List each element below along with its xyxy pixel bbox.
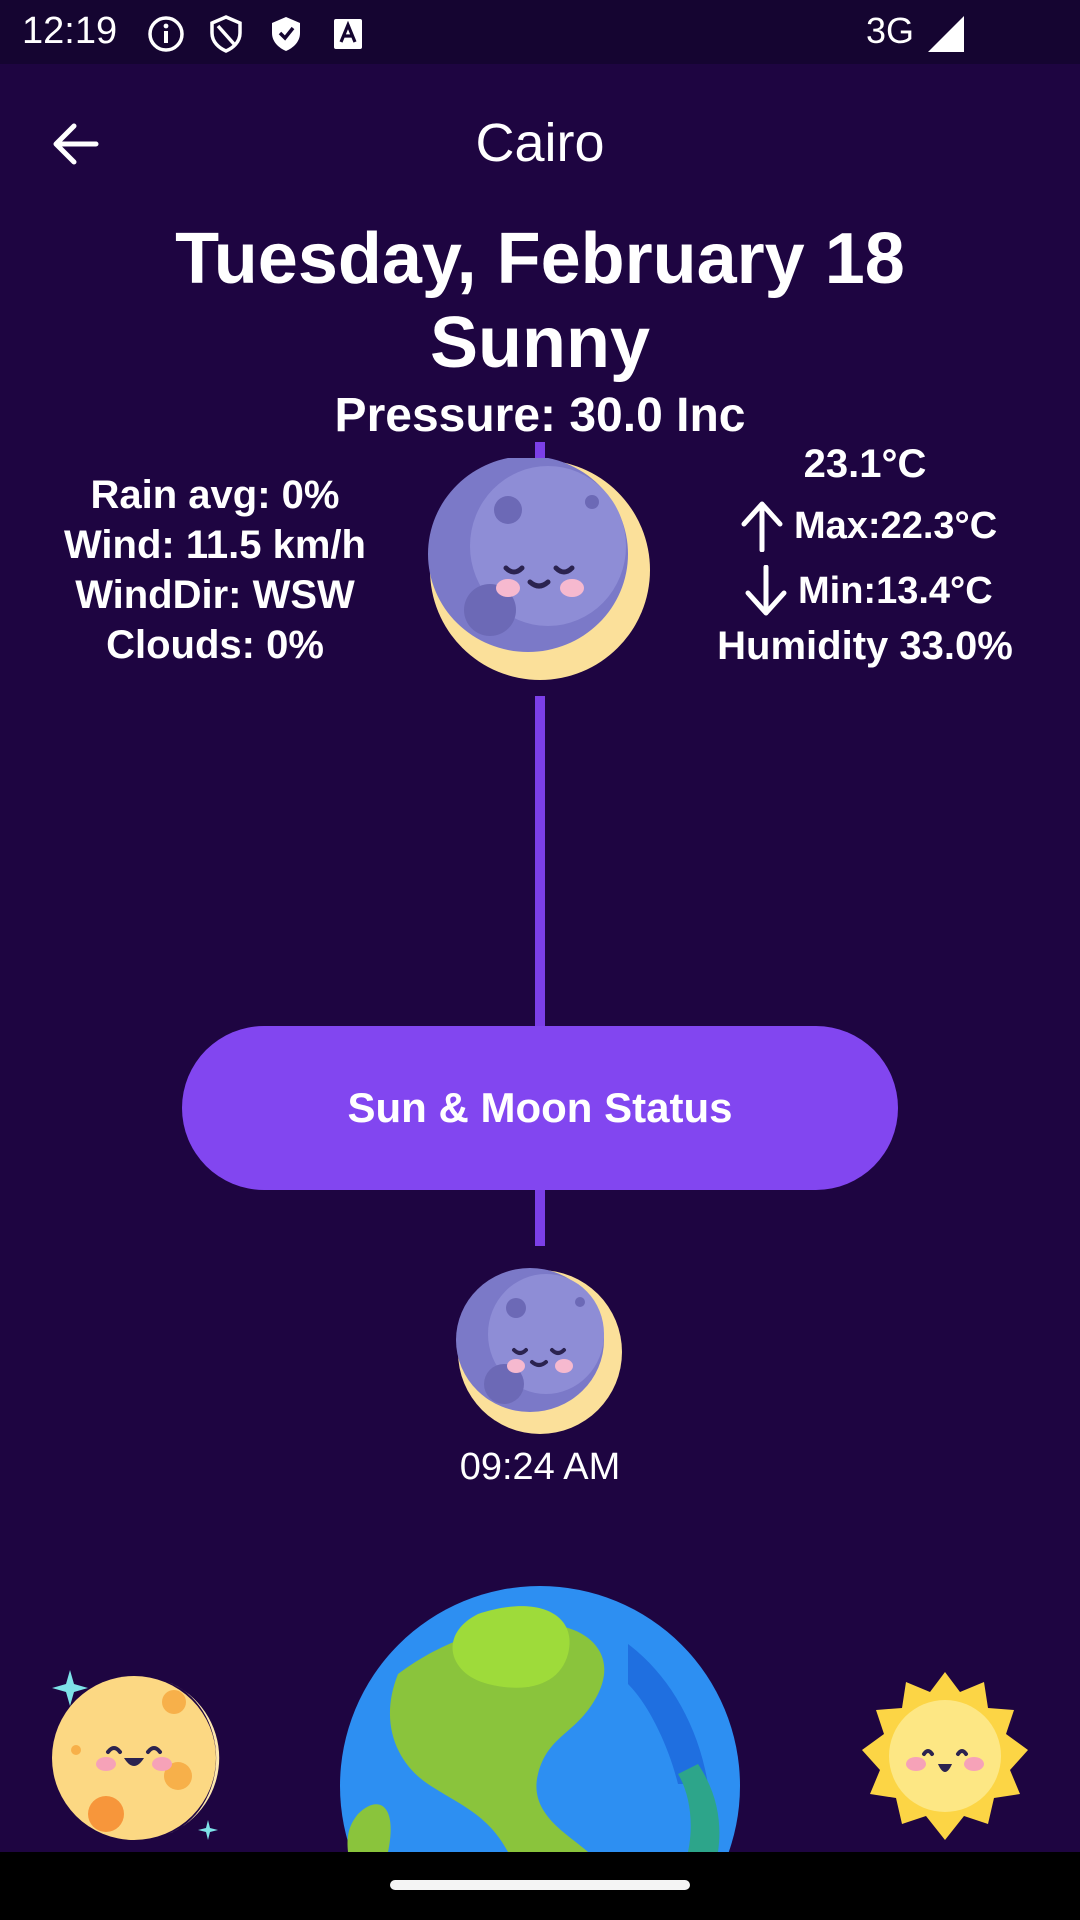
date-label: Tuesday, February 18 <box>175 219 905 299</box>
status-time: 12:19 <box>22 10 118 52</box>
earth-illustration <box>340 1586 740 1852</box>
moon-small-illustration <box>456 1268 622 1434</box>
wind-direction-label: WindDir: WSW <box>75 573 355 617</box>
info-icon <box>148 16 184 52</box>
font-icon <box>334 19 362 49</box>
wind-label: Wind: 11.5 km/h <box>64 523 366 567</box>
clouds-label: Clouds: 0% <box>106 623 324 667</box>
sun-moon-status-button[interactable]: Sun & Moon Status <box>182 1026 898 1190</box>
pressure-label: Pressure: 30.0 Inc <box>334 389 746 442</box>
signal-icon <box>928 16 964 52</box>
timeline-line-middle <box>535 696 545 1026</box>
min-temp: Min:13.4°C <box>798 569 993 612</box>
home-gesture-handle[interactable] <box>390 1880 690 1890</box>
full-moon-illustration <box>52 1670 220 1840</box>
arrow-down-icon <box>745 565 787 616</box>
sun-illustration <box>862 1672 1028 1840</box>
arrow-up-icon <box>741 501 783 552</box>
moon-time-label: 09:24 AM <box>459 1446 621 1488</box>
shield-icon <box>210 15 242 53</box>
moon-illustration <box>428 458 650 680</box>
city-title: Cairo <box>475 113 605 173</box>
max-temp: Max:22.3°C <box>794 504 998 547</box>
status-bar: 12:19 3G <box>0 0 1080 64</box>
network-type: 3G <box>866 10 915 51</box>
current-temp: 23.1°C <box>803 442 927 486</box>
shield-check-icon <box>272 17 300 51</box>
humidity-label: Humidity 33.0% <box>717 624 1013 668</box>
rain-label: Rain avg: 0% <box>90 473 340 517</box>
timeline-line-bottom <box>535 1190 545 1246</box>
left-stats: Rain avg: 0% Wind: 11.5 km/h WindDir: WS… <box>30 470 400 670</box>
condition-label: Sunny <box>429 303 650 383</box>
